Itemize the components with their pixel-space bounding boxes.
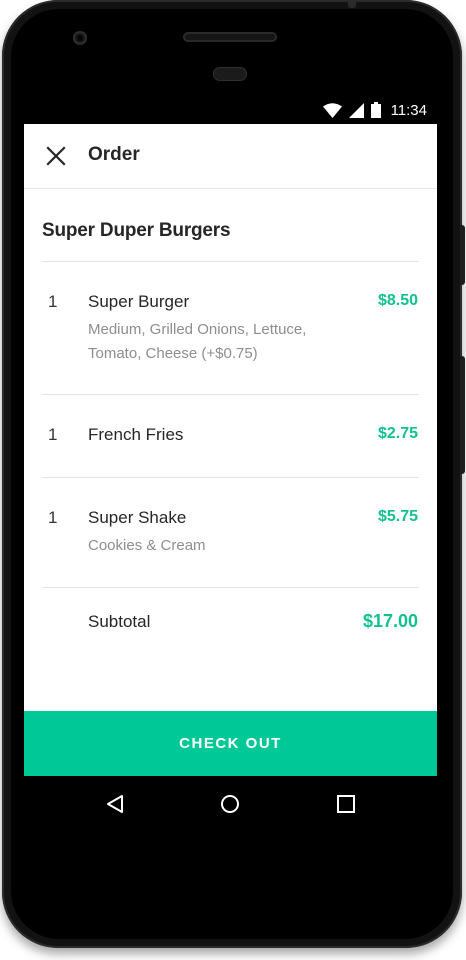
status-icons: 11:34 bbox=[322, 96, 427, 124]
signal-icon bbox=[348, 102, 364, 118]
antenna-notch bbox=[348, 0, 356, 8]
item-quantity: 1 bbox=[48, 508, 58, 527]
divider bbox=[42, 394, 419, 395]
item-price: $2.75 bbox=[377, 425, 418, 442]
back-button[interactable] bbox=[101, 790, 129, 818]
home-button[interactable] bbox=[216, 790, 244, 818]
recents-icon bbox=[337, 795, 355, 813]
item-quantity: 1 bbox=[48, 425, 58, 444]
close-icon bbox=[46, 146, 66, 166]
page-title: Order bbox=[88, 144, 140, 165]
checkout-button[interactable]: CHECK OUT bbox=[24, 711, 437, 776]
item-options: Cookies & Cream bbox=[88, 537, 206, 554]
item-price: $5.75 bbox=[377, 508, 418, 525]
status-bar: 11:34 bbox=[24, 96, 437, 124]
battery-icon bbox=[370, 102, 381, 118]
item-name: Super Shake bbox=[88, 508, 187, 527]
earpiece-speaker bbox=[183, 32, 277, 42]
proximity-sensor bbox=[213, 67, 247, 81]
item-price: $8.50 bbox=[377, 292, 418, 309]
navigation-bar bbox=[24, 776, 437, 832]
restaurant-name: Super Duper Burgers bbox=[42, 220, 231, 241]
screen: 11:34 Order Super Duper Burgers 1 Super … bbox=[24, 96, 437, 776]
item-name: French Fries bbox=[88, 425, 184, 444]
divider bbox=[42, 477, 419, 478]
recents-button[interactable] bbox=[332, 790, 360, 818]
status-time: 11:34 bbox=[390, 101, 427, 119]
subtotal-label: Subtotal bbox=[88, 612, 151, 631]
power-button bbox=[460, 225, 465, 285]
volume-button bbox=[460, 356, 465, 474]
divider bbox=[42, 261, 419, 262]
item-options: Medium, Grilled Onions, Lettuce, Tomato,… bbox=[88, 321, 307, 362]
subtotal-value: $17.00 bbox=[362, 611, 418, 631]
app-bar: Order bbox=[24, 124, 437, 189]
item-quantity: 1 bbox=[48, 292, 58, 311]
divider bbox=[42, 587, 419, 588]
checkout-button-label: CHECK OUT bbox=[179, 735, 282, 752]
front-camera bbox=[73, 31, 87, 45]
close-button[interactable] bbox=[40, 140, 72, 172]
wifi-icon bbox=[322, 102, 342, 118]
item-name: Super Burger bbox=[88, 292, 190, 311]
home-icon bbox=[221, 795, 239, 813]
back-icon bbox=[107, 795, 123, 813]
